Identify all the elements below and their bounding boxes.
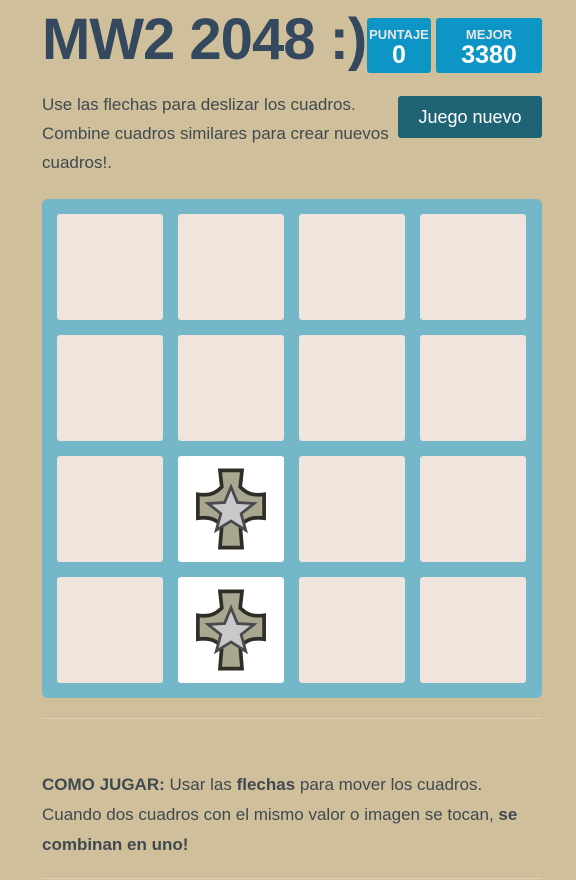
how-text: Usar las [164, 775, 237, 794]
intro-text: Use las flechas para deslizar los cuadro… [42, 95, 389, 172]
game-title: MW2 2048 :) [42, 7, 367, 72]
grid-cell [299, 214, 405, 320]
how-bold: flechas [236, 775, 296, 794]
grid-cell [57, 335, 163, 441]
divider [42, 718, 542, 719]
grid-cell [420, 577, 526, 683]
game-board[interactable] [42, 199, 542, 698]
divider [42, 878, 542, 879]
best-box: MEJOR 3380 [436, 18, 542, 73]
best-value: 3380 [461, 41, 517, 69]
grid-cell [299, 335, 405, 441]
score-label: PUNTAJE [369, 27, 429, 42]
grid-cell [299, 456, 405, 562]
score-box: PUNTAJE 0 [367, 18, 431, 73]
grid-cell [299, 577, 405, 683]
tile-medal [178, 577, 284, 683]
grid-cell [57, 214, 163, 320]
grid-cell [420, 335, 526, 441]
how-heading: COMO JUGAR: [42, 775, 165, 794]
grid-cell [178, 214, 284, 320]
grid-cell [420, 214, 526, 320]
best-label: MEJOR [465, 27, 513, 42]
grid-cell [57, 577, 163, 683]
medal-icon [196, 589, 266, 671]
tile-medal [178, 456, 284, 562]
grid-cell [57, 456, 163, 562]
how-to-play: COMO JUGAR: Usar las flechas para mover … [42, 770, 542, 860]
medal-icon [196, 468, 266, 550]
new-game-button[interactable]: Juego nuevo [398, 96, 542, 138]
grid-cell [420, 456, 526, 562]
score-value: 0 [392, 41, 406, 69]
grid-cell [178, 335, 284, 441]
